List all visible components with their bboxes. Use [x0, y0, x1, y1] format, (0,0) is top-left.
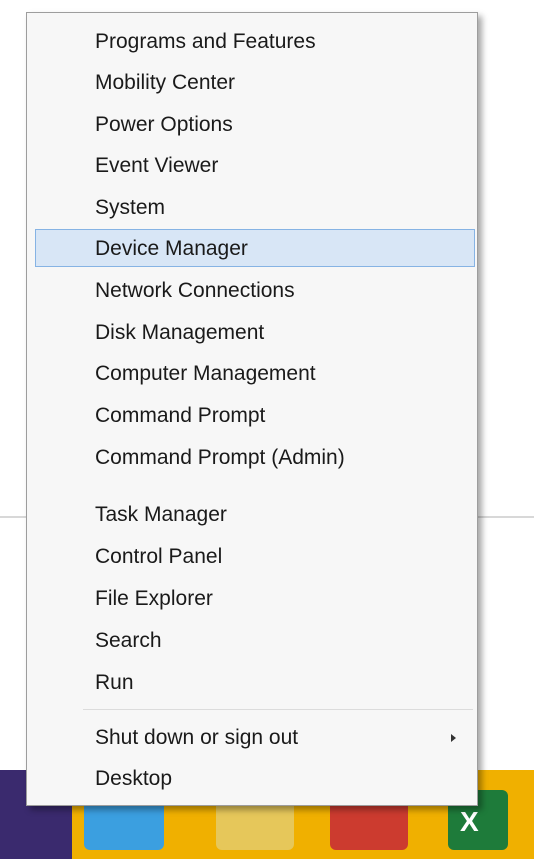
menu-item-label: Run: [95, 671, 134, 694]
menu-item-device-manager[interactable]: Device Manager: [35, 229, 475, 267]
menu-item-system[interactable]: System: [35, 188, 475, 226]
menu-item-label: File Explorer: [95, 587, 213, 610]
menu-item-search[interactable]: Search: [35, 621, 475, 659]
menu-item-desktop[interactable]: Desktop: [35, 759, 475, 797]
menu-item-control-panel[interactable]: Control Panel: [35, 537, 475, 575]
menu-item-label: Control Panel: [95, 545, 223, 568]
menu-item-label: Computer Management: [95, 362, 316, 385]
menu-item-run[interactable]: Run: [35, 663, 475, 701]
menu-item-label: Shut down or sign out: [95, 726, 299, 749]
menu-item-label: Device Manager: [95, 237, 248, 260]
menu-item-command-prompt-admin[interactable]: Command Prompt (Admin): [35, 438, 475, 476]
menu-item-disk-management[interactable]: Disk Management: [35, 313, 475, 351]
menu-item-computer-management[interactable]: Computer Management: [35, 354, 475, 392]
menu-item-label: Event Viewer: [95, 154, 219, 177]
menu-item-network-connections[interactable]: Network Connections: [35, 271, 475, 309]
menu-item-label: Programs and Features: [95, 30, 316, 53]
quick-link-menu: Programs and Features Mobility Center Po…: [26, 12, 478, 806]
menu-separator: [83, 709, 473, 710]
menu-item-event-viewer[interactable]: Event Viewer: [35, 146, 475, 184]
menu-item-power-options[interactable]: Power Options: [35, 105, 475, 143]
excel-letter: X: [460, 806, 479, 837]
menu-item-label: Search: [95, 629, 162, 652]
submenu-arrow-icon: [451, 734, 456, 742]
menu-item-label: Task Manager: [95, 503, 227, 526]
menu-item-label: Command Prompt: [95, 404, 266, 427]
menu-item-label: Disk Management: [95, 321, 265, 344]
menu-item-label: Command Prompt (Admin): [95, 446, 345, 469]
menu-item-file-explorer[interactable]: File Explorer: [35, 579, 475, 617]
menu-item-label: Desktop: [95, 767, 173, 790]
menu-item-label: Network Connections: [95, 279, 295, 302]
menu-item-shut-down-or-sign-out[interactable]: Shut down or sign out: [35, 718, 475, 756]
menu-item-label: Power Options: [95, 113, 233, 136]
menu-item-programs-and-features[interactable]: Programs and Features: [35, 22, 475, 60]
menu-item-task-manager[interactable]: Task Manager: [35, 495, 475, 533]
menu-item-command-prompt[interactable]: Command Prompt: [35, 396, 475, 434]
menu-item-label: Mobility Center: [95, 71, 236, 94]
menu-item-mobility-center[interactable]: Mobility Center: [35, 63, 475, 101]
menu-item-label: System: [95, 196, 166, 219]
